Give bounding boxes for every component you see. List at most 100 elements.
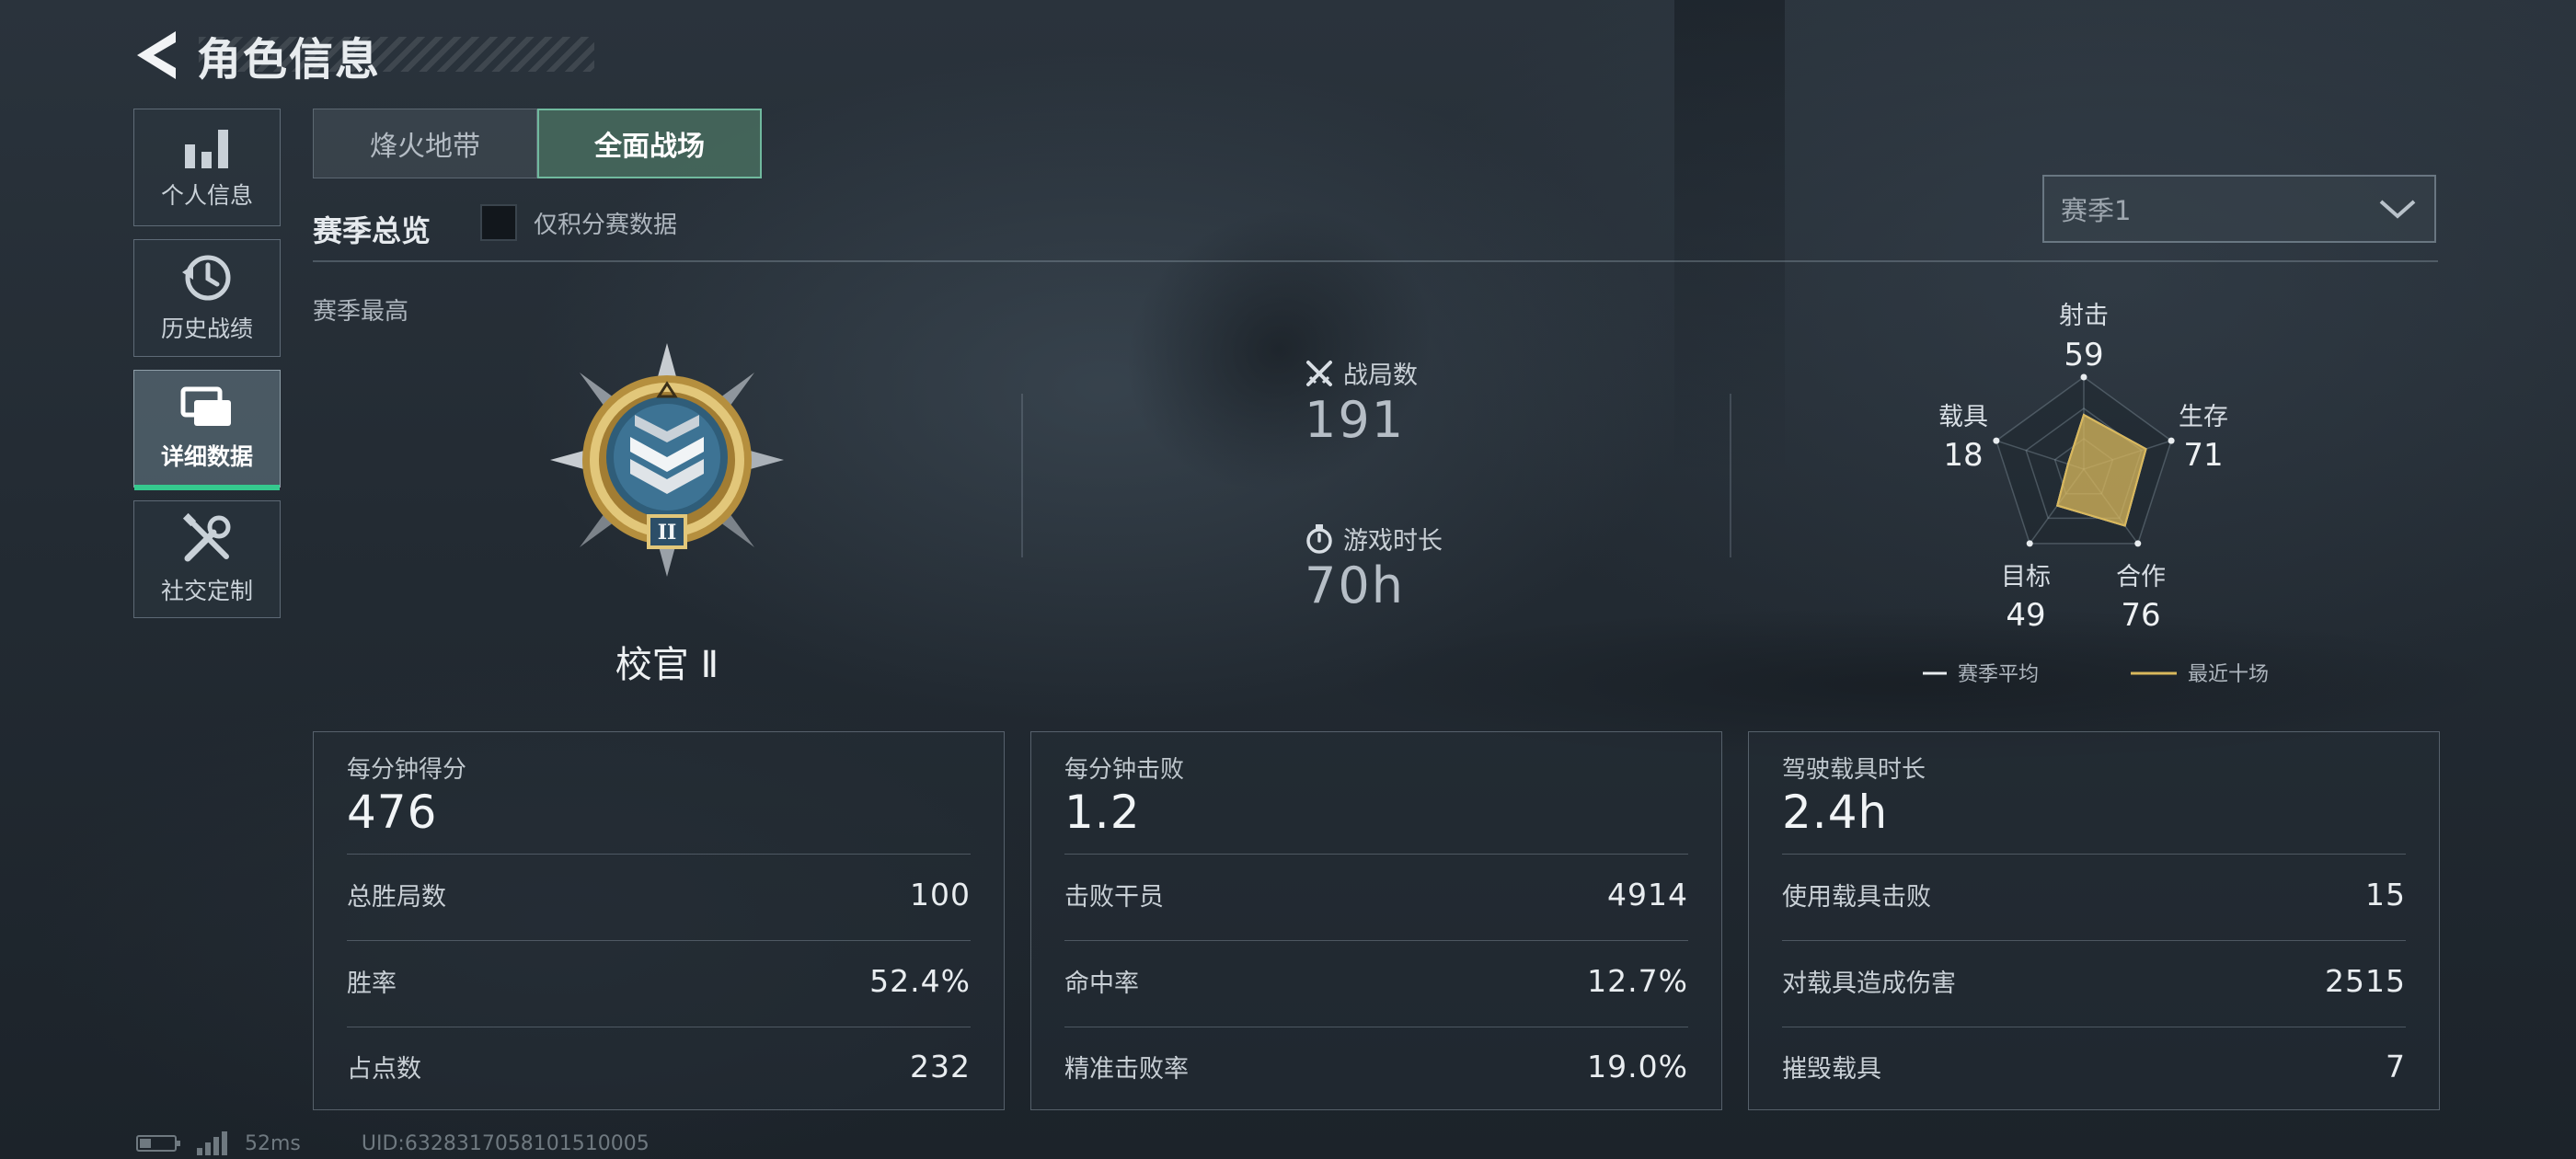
card-main-value: 476 [347,786,438,839]
vertical-separator [1730,394,1731,557]
sidebar-item-personal-info[interactable]: 个人信息 [133,109,281,226]
playtime-label: 游戏时长 [1343,527,1443,556]
background-dish-silhouette [1078,158,1479,541]
playtime-value: 70h [1305,557,1405,614]
page-title: 角色信息 [197,34,382,86]
matches-label: 战局数 [1343,361,1418,390]
sidebar-item-label: 历史战绩 [160,316,253,342]
chevron-down-icon [2379,200,2416,219]
radar-axis-dot [2134,540,2142,547]
card-row-value: 7 [2386,1048,2406,1084]
card-row-value: 12.7% [1587,962,1688,999]
rank-badge-numeral: II [658,521,677,545]
overview-divider [313,260,2438,262]
back-button[interactable] [129,23,184,87]
legend-recent-ten-label: 最近十场 [2188,663,2269,686]
stopwatch-icon [1306,523,1332,554]
radar-axis-dot [2168,437,2175,444]
sidebar: 个人信息 历史战绩 详细数据 社交定制 [133,109,281,631]
radar-value-shooting: 59 [2064,337,2103,373]
radar-label-vehicle: 载具 [1938,403,1988,431]
card-row: 占点数 232 [347,1048,971,1084]
card-title: 驾驶载具时长 [1782,756,1926,784]
card-divider [347,854,971,855]
stat-card-kills: 每分钟击败 1.2 击败干员 4914 命中率 12.7% 精准击败率 19.0… [1030,731,1722,1110]
card-row: 摧毁载具 7 [1782,1048,2406,1084]
ranked-only-toggle[interactable]: 仅积分赛数据 [480,204,677,241]
season-best-label: 赛季最高 [313,298,409,326]
sidebar-item-label: 个人信息 [160,182,253,209]
mode-tabs: 烽火地带 全面战场 [313,109,762,178]
card-row: 精准击败率 19.0% [1064,1048,1688,1084]
player-uid: UID:6328317058101510005 [361,1131,650,1155]
stat-card-score: 每分钟得分 476 总胜局数 100 胜率 52.4% 占点数 232 [313,731,1005,1110]
card-title: 每分钟得分 [347,756,467,784]
tools-icon [182,512,231,562]
card-row: 对载具造成伤害 2515 [1782,962,2406,999]
radar-value-vehicle: 18 [1943,437,1983,474]
card-row-label: 使用载具击败 [1782,882,1931,912]
card-row: 胜率 52.4% [347,962,971,999]
radar-axis-dot [1993,437,2000,444]
page-header: 角色信息 [129,18,594,92]
card-row-value: 52.4% [869,962,971,999]
card-row-label: 占点数 [347,1054,421,1084]
back-arrow-icon [137,31,176,79]
sidebar-item-label: 社交定制 [160,578,253,604]
card-row: 总胜局数 100 [347,876,971,912]
radar-label-survival: 生存 [2179,403,2228,431]
card-row: 命中率 12.7% [1064,962,1688,999]
card-divider [1782,940,2406,941]
card-row-value: 15 [2365,876,2406,912]
matches-stat: 战局数 191 [1305,355,1418,449]
ranked-only-label: 仅积分赛数据 [534,211,678,239]
tab-warzone[interactable]: 烽火地带 [313,109,537,178]
card-divider [347,940,971,941]
bar-chart-icon [185,130,228,168]
legend-season-average-label: 赛季平均 [1958,663,2039,686]
card-row: 击败干员 4914 [1064,876,1688,912]
card-row-label: 对载具造成伤害 [1782,969,1956,998]
rank-badge-icon: II [550,343,784,577]
radar-label-teamwork: 合作 [2116,563,2166,591]
radar-label-shooting: 射击 [2059,302,2109,330]
card-divider [1782,854,2406,855]
radar-value-teamwork: 76 [2121,597,2160,634]
history-clock-icon [182,255,231,301]
rank-name: 校官 Ⅱ [615,644,719,686]
card-row-label: 总胜局数 [347,882,446,912]
card-row-value: 100 [910,876,971,912]
card-row: 使用载具击败 15 [1782,876,2406,912]
card-main-value: 2.4h [1782,786,1889,839]
ping-value: 52ms [245,1131,301,1155]
status-footer: 52ms UID:6328317058101510005 [136,1130,650,1157]
ability-radar-chart: 射击 59 生存 71 合作 76 目标 49 载具 18 赛季平均 最近十场 [1923,302,2269,686]
season-overview-title: 赛季总览 [313,213,431,248]
card-row-label: 命中率 [1064,969,1139,998]
season-dropdown-value: 赛季1 [2061,195,2132,226]
card-row-value: 2515 [2325,962,2406,999]
radar-axis-dot [2026,540,2033,547]
season-dropdown[interactable]: 赛季1 [2042,175,2436,243]
sidebar-item-history[interactable]: 历史战绩 [133,239,281,357]
card-title: 每分钟击败 [1064,756,1185,784]
radar-value-objective: 49 [2006,597,2045,634]
radar-label-objective: 目标 [2001,563,2051,591]
radar-value-survival: 71 [2183,437,2223,474]
card-main-value: 1.2 [1064,786,1141,839]
card-divider [1064,854,1688,855]
card-row-value: 19.0% [1587,1048,1688,1084]
signal-strength-icon [197,1131,227,1155]
tab-full-battlefield[interactable]: 全面战场 [537,109,762,178]
card-row-label: 精准击败率 [1064,1054,1189,1084]
card-row-value: 4914 [1607,876,1688,912]
playtime-stat: 游戏时长 70h [1305,521,1443,614]
matches-value: 191 [1305,391,1406,449]
ranked-only-checkbox[interactable] [480,204,517,241]
card-row-label: 摧毁载具 [1782,1054,1881,1084]
card-divider [1064,940,1688,941]
card-row-value: 232 [910,1048,971,1084]
sidebar-item-detailed-data[interactable]: 详细数据 [133,370,281,490]
sidebar-item-social[interactable]: 社交定制 [133,500,281,618]
card-row-label: 击败干员 [1064,882,1164,912]
